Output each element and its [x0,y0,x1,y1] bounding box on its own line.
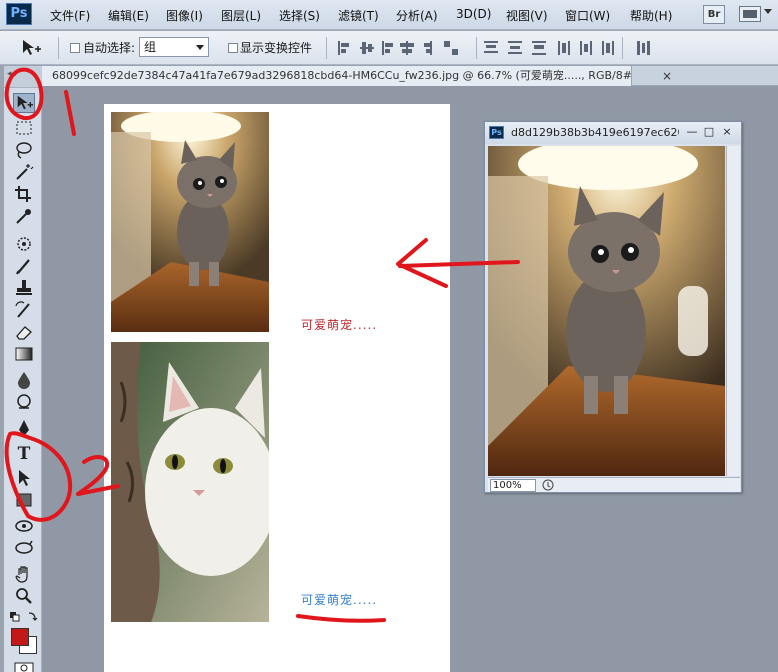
show-transform-checkbox[interactable] [228,43,238,53]
type-tool-icon[interactable]: T [13,444,35,464]
menu-view[interactable]: 视图(V) [506,7,548,24]
move-tool-preset-icon[interactable] [20,38,42,58]
healing-brush-tool-icon[interactable] [13,234,35,254]
collapse-panel-icon[interactable]: ◂◂ [7,69,16,79]
zoom-level-field[interactable]: 100% [490,479,536,492]
chevron-down-icon [196,45,204,50]
options-separator [622,37,623,59]
tools-panel: ◂◂ T [4,66,42,672]
document-canvas[interactable]: 可爱萌宠..... 可爱萌宠..... [104,104,450,672]
menu-edit[interactable]: 编辑(E) [108,7,149,24]
maximize-icon[interactable]: □ [702,125,716,139]
minimize-icon[interactable]: — [685,125,699,139]
vertical-scrollbar[interactable] [726,146,740,476]
menu-window[interactable]: 窗口(W) [565,7,610,24]
document-tab[interactable]: 68099cefc92de7384c47a41fa7e679ad3296818c… [42,66,632,86]
blur-tool-icon[interactable] [13,370,35,390]
hand-tool-icon[interactable] [13,564,35,584]
foreground-color-swatch[interactable] [11,628,29,646]
photoshop-logo: Ps [6,3,32,25]
menu-analysis[interactable]: 分析(A) [396,7,438,24]
eyedropper-tool-icon[interactable] [13,206,35,226]
close-tab-icon[interactable]: × [662,69,672,83]
white-kitten-photo[interactable] [111,342,269,622]
menu-image[interactable]: 图像(I) [166,7,203,24]
options-separator [326,37,327,59]
horizontal-scrollbar[interactable] [560,478,726,492]
clone-stamp-tool-icon[interactable] [13,278,35,298]
move-tool-icon[interactable] [13,93,35,113]
zoom-tool-icon[interactable] [13,586,35,606]
auto-select-label: 自动选择: [83,41,136,55]
floating-document-window[interactable]: Ps d8d129b38b3b419e6197ec620... — □ × 10… [484,121,742,493]
dodge-tool-icon[interactable] [13,392,35,412]
screen-mode-button[interactable] [739,6,761,22]
default-colors-icon[interactable] [9,610,39,624]
menu-select[interactable]: 选择(S) [279,7,320,24]
photoshop-doc-icon: Ps [489,126,504,139]
document-tab-strip: 68099cefc92de7384c47a41fa7e679ad3296818c… [42,66,778,86]
caption-2[interactable]: 可爱萌宠..... [301,591,377,608]
auto-select-dropdown[interactable]: 组 [139,37,209,57]
tools-panel-header: ◂◂ [4,66,42,88]
gradient-tool-icon[interactable] [13,344,35,364]
menu-layer[interactable]: 图层(L) [221,7,261,24]
pen-tool-icon[interactable] [13,418,35,438]
quick-mask-icon[interactable] [13,662,35,672]
screen-mode-caret-icon[interactable] [764,9,772,14]
lasso-tool-icon[interactable] [13,140,35,160]
menu-help[interactable]: 帮助(H) [630,7,672,24]
options-separator [58,37,59,59]
floating-window-statusbar: 100% [488,477,740,492]
status-info-icon[interactable] [542,479,554,491]
options-bar: 自动选择: 组 显示变换控件 [0,31,778,65]
crop-tool-icon[interactable] [13,184,35,204]
eraser-tool-icon[interactable] [13,322,35,342]
history-brush-tool-icon[interactable] [13,300,35,320]
auto-align-layers-icon[interactable] [634,39,652,57]
caption-1[interactable]: 可爱萌宠..... [301,316,377,333]
menu-file[interactable]: 文件(F) [50,7,90,24]
path-selection-tool-icon[interactable] [13,468,35,488]
show-transform-label: 显示变换控件 [240,41,313,55]
3d-rotate-tool-icon[interactable] [13,516,35,536]
kitten-photo-large[interactable] [488,146,725,476]
magic-wand-tool-icon[interactable] [13,162,35,182]
marquee-tool-icon[interactable] [13,118,35,138]
menu-filter[interactable]: 滤镜(T) [338,7,379,24]
floating-window-title: d8d129b38b3b419e6197ec620... [511,126,679,139]
align-distribute-icons[interactable] [336,39,626,57]
3d-orbit-tool-icon[interactable] [13,538,35,558]
brush-tool-icon[interactable] [13,256,35,276]
shape-tool-icon[interactable] [13,490,35,510]
floating-window-titlebar[interactable]: Ps d8d129b38b3b419e6197ec620... — □ × [485,122,741,144]
options-separator [476,37,477,59]
close-icon[interactable]: × [720,125,734,139]
auto-select-checkbox[interactable] [70,43,80,53]
bridge-button[interactable]: Br [703,5,725,24]
menu-3d[interactable]: 3D(D) [456,7,491,21]
menu-bar: Ps 文件(F) 编辑(E) 图像(I) 图层(L) 选择(S) 滤镜(T) 分… [0,0,778,30]
kitten-photo[interactable] [111,112,269,332]
auto-select-value: 组 [144,40,157,54]
